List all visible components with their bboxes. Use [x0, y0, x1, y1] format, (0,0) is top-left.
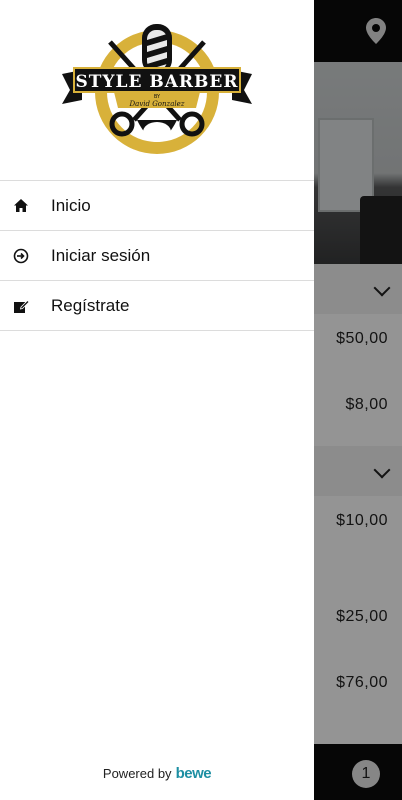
login-icon — [13, 248, 29, 264]
menu-item-registrate[interactable]: Regístrate — [0, 280, 314, 331]
bewe-logo[interactable]: bewe — [176, 765, 212, 782]
menu-item-inicio[interactable]: Inicio — [0, 180, 314, 230]
navigation-drawer: STYLE BARBER BY David Gonzalez Inicio In… — [0, 0, 314, 800]
edit-icon — [14, 299, 30, 313]
menu-item-label: Regístrate — [51, 295, 130, 315]
powered-by-text: Powered by — [102, 766, 172, 781]
brand-logo: STYLE BARBER BY David Gonzalez — [0, 0, 314, 180]
svg-text:STYLE BARBER: STYLE BARBER — [75, 72, 238, 92]
powered-by-footer: Powered by bewe — [0, 765, 314, 782]
menu-item-iniciar-sesion[interactable]: Iniciar sesión — [0, 230, 314, 280]
home-icon — [14, 199, 28, 212]
drawer-menu: Inicio Iniciar sesión Regístrate — [0, 180, 314, 331]
style-barber-logo: STYLE BARBER BY David Gonzalez — [62, 24, 252, 154]
menu-item-label: Iniciar sesión — [51, 245, 151, 265]
svg-text:David Gonzalez: David Gonzalez — [129, 100, 185, 108]
menu-item-label: Inicio — [51, 195, 91, 215]
